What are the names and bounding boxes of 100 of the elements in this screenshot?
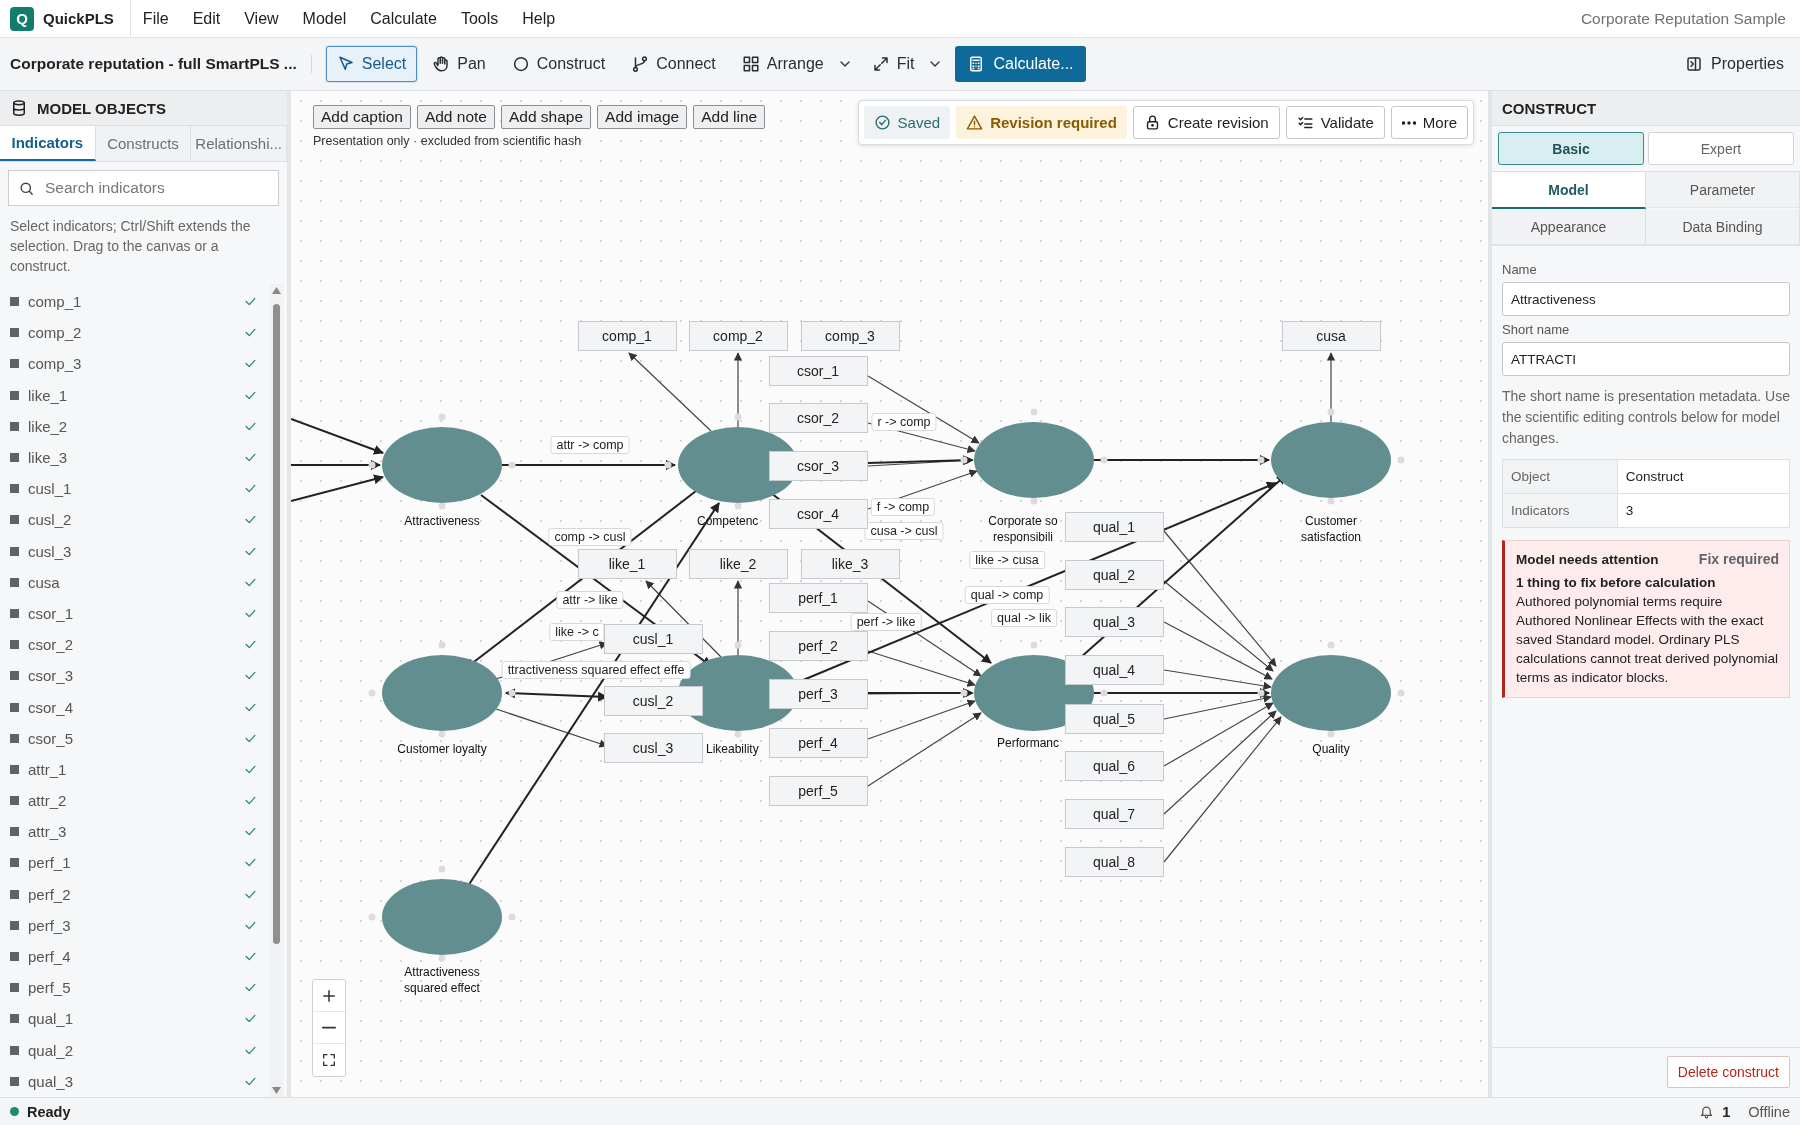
connection-handle[interactable] <box>438 730 446 738</box>
action-button[interactable]: Validate <box>1285 106 1385 139</box>
connection-handle[interactable] <box>368 689 376 697</box>
indicator-node[interactable]: qual_6 <box>1064 751 1164 781</box>
property-tab[interactable]: Parameter <box>1646 172 1800 208</box>
menu-item[interactable]: Help <box>510 9 568 28</box>
indicator-node[interactable]: like_3 <box>800 549 900 579</box>
tool-button[interactable]: Connect <box>620 46 727 82</box>
indicator-node[interactable]: qual_3 <box>1064 607 1164 637</box>
construct-node[interactable] <box>1271 655 1391 731</box>
menu-item[interactable]: File <box>130 9 181 28</box>
connection-handle[interactable] <box>664 461 672 469</box>
indicator-node[interactable]: comp_3 <box>800 321 900 351</box>
tool-button[interactable]: Select <box>325 46 418 82</box>
connection-handle[interactable] <box>960 689 968 697</box>
indicator-node[interactable]: like_1 <box>577 549 677 579</box>
indicator-item[interactable]: comp_2 <box>28 324 234 342</box>
connection-handle[interactable] <box>1030 497 1038 505</box>
indicator-item[interactable]: like_2 <box>28 417 234 435</box>
toolbar-button[interactable]: Add note <box>416 105 495 129</box>
connection-handle[interactable] <box>438 413 446 421</box>
connection-handle[interactable] <box>1257 689 1265 697</box>
connection-handle[interactable] <box>508 913 516 921</box>
indicator-node[interactable]: comp_2 <box>688 321 788 351</box>
menu-item[interactable]: Calculate <box>358 9 449 28</box>
tool-button[interactable]: Pan <box>421 46 497 82</box>
menu-item[interactable]: Model <box>290 9 359 28</box>
connection-handle[interactable] <box>1397 456 1405 464</box>
connection-handle[interactable] <box>508 689 516 697</box>
connection-handle[interactable] <box>1397 689 1405 697</box>
indicator-item[interactable]: perf_3 <box>28 916 234 934</box>
connection-handle[interactable] <box>734 502 742 510</box>
connection-handle[interactable] <box>438 502 446 510</box>
indicator-node[interactable]: qual_7 <box>1064 799 1164 829</box>
property-tab[interactable]: Model <box>1492 172 1646 209</box>
menu-item[interactable]: View <box>232 9 291 28</box>
indicator-item[interactable]: csor_2 <box>28 636 234 654</box>
mode-toggle[interactable]: Basic <box>1498 132 1644 165</box>
indicator-item[interactable]: comp_3 <box>28 355 234 373</box>
indicator-item[interactable]: csor_4 <box>28 698 234 716</box>
construct-node[interactable] <box>974 422 1094 498</box>
indicator-node[interactable]: cusl_1 <box>603 624 703 654</box>
indicator-node[interactable]: perf_2 <box>768 631 868 661</box>
indicator-node[interactable]: csor_2 <box>768 403 868 433</box>
connection-handle[interactable] <box>438 641 446 649</box>
calculate-button[interactable]: Calculate... <box>955 46 1086 82</box>
property-tab[interactable]: Appearance <box>1492 209 1646 245</box>
connection-handle[interactable] <box>1100 456 1108 464</box>
indicator-node[interactable]: cusl_3 <box>603 733 703 763</box>
indicator-item[interactable]: qual_2 <box>28 1041 234 1059</box>
text-field[interactable]: Attractiveness <box>1502 282 1790 316</box>
indicator-item[interactable]: csor_3 <box>28 667 234 685</box>
indicator-item[interactable]: perf_4 <box>28 948 234 966</box>
scroll-up-icon[interactable] <box>272 287 281 294</box>
property-tab[interactable]: Data Binding <box>1646 209 1800 245</box>
toolbar-button[interactable]: Add image <box>597 105 688 129</box>
mode-toggle[interactable]: Expert <box>1648 132 1794 165</box>
indicator-node[interactable]: qual_2 <box>1064 560 1164 590</box>
construct-node[interactable] <box>1271 422 1391 498</box>
connection-handle[interactable] <box>1257 456 1265 464</box>
indicator-node[interactable]: csor_4 <box>768 499 868 529</box>
indicator-item[interactable]: perf_5 <box>28 979 234 997</box>
connection-handle[interactable] <box>1327 408 1335 416</box>
indicator-node[interactable]: cusa <box>1281 321 1381 351</box>
toolbar-button[interactable]: Add caption <box>313 105 411 129</box>
indicator-item[interactable]: attr_1 <box>28 760 234 778</box>
indicator-item[interactable]: perf_2 <box>28 885 234 903</box>
connection-handle[interactable] <box>1100 689 1108 697</box>
menu-item[interactable]: Edit <box>180 9 233 28</box>
indicator-item[interactable]: qual_3 <box>28 1072 234 1090</box>
indicator-node[interactable]: cusl_2 <box>603 686 703 716</box>
indicator-node[interactable]: comp_1 <box>577 321 677 351</box>
connection-handle[interactable] <box>508 461 516 469</box>
scroll-down-icon[interactable] <box>272 1087 281 1094</box>
indicator-item[interactable]: attr_2 <box>28 792 234 810</box>
connection-handle[interactable] <box>1327 730 1335 738</box>
indicator-node[interactable]: csor_1 <box>768 356 868 386</box>
indicator-node[interactable]: perf_1 <box>768 583 868 613</box>
connection-handle[interactable] <box>368 461 376 469</box>
indicator-node[interactable]: qual_1 <box>1064 512 1164 542</box>
indicator-item[interactable]: cusl_2 <box>28 511 234 529</box>
indicator-item[interactable]: cusl_3 <box>28 542 234 560</box>
notification-count[interactable]: 1 <box>1722 1103 1731 1120</box>
tool-button[interactable]: Fit <box>860 46 926 82</box>
indicator-node[interactable]: like_2 <box>688 549 788 579</box>
indicator-item[interactable]: qual_1 <box>28 1010 234 1028</box>
connection-handle[interactable] <box>1030 408 1038 416</box>
indicator-node[interactable]: perf_5 <box>768 776 868 806</box>
connection-handle[interactable] <box>1327 497 1335 505</box>
connection-handle[interactable] <box>438 865 446 873</box>
construct-node[interactable] <box>382 879 502 955</box>
connection-handle[interactable] <box>734 730 742 738</box>
connection-handle[interactable] <box>368 913 376 921</box>
scrollbar[interactable] <box>270 284 283 1097</box>
text-field[interactable]: ATTRACTI <box>1502 342 1790 376</box>
indicator-item[interactable]: cusa <box>28 573 234 591</box>
action-button[interactable]: More <box>1390 106 1468 139</box>
panel-tab[interactable]: Indicators <box>0 126 96 161</box>
indicator-item[interactable]: cusl_1 <box>28 480 234 498</box>
connection-handle[interactable] <box>1327 641 1335 649</box>
